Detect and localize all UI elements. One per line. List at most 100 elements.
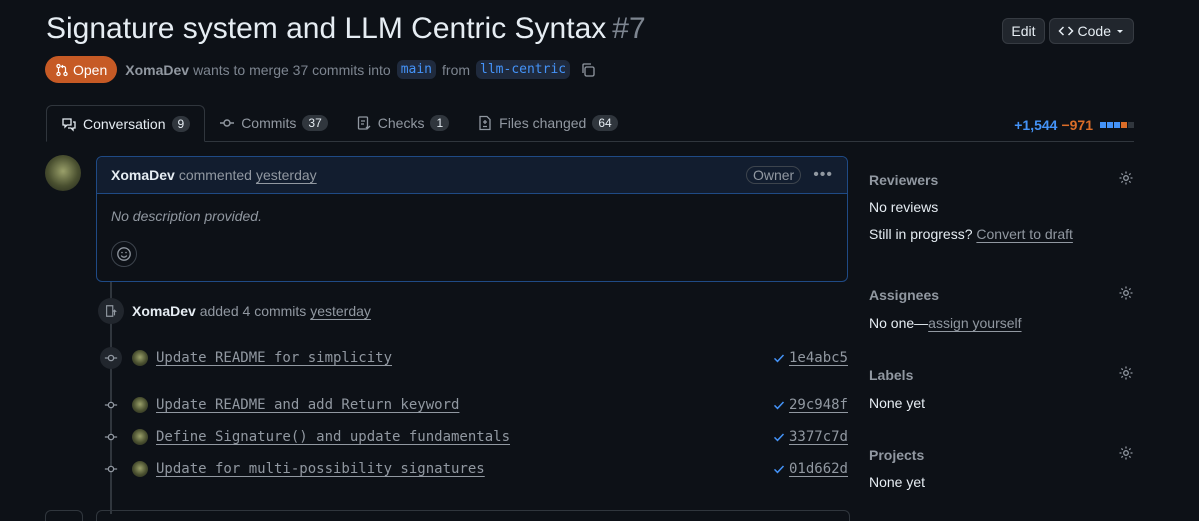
assignees-value: No one—	[869, 315, 929, 331]
state-badge: Open	[45, 56, 118, 83]
commit-row: Update for multi-possibility signatures …	[100, 458, 848, 480]
avatar[interactable]	[45, 155, 81, 191]
tab-files-changed-label: Files changed	[499, 115, 587, 131]
from-text: from	[442, 61, 471, 78]
check-icon	[773, 401, 785, 410]
pull-request-icon	[56, 63, 68, 76]
reviewers-title[interactable]: Reviewers	[869, 172, 1134, 188]
tab-files-changed-count: 64	[592, 115, 618, 131]
projects-title[interactable]: Projects	[869, 447, 1134, 463]
convert-to-draft-link[interactable]: Convert to draft	[976, 226, 1073, 242]
reviewers-value: No reviews	[869, 199, 939, 215]
sidebar-assignees: Assignees No one—assign yourself	[869, 285, 1134, 331]
check-icon	[773, 465, 785, 474]
commit-message[interactable]: Define Signature() and update fundamenta…	[156, 429, 510, 445]
check-icon	[773, 354, 785, 363]
comment-header: XomaDev commented yesterday Owner •••	[97, 157, 847, 194]
progress-text: Still in progress?	[869, 226, 973, 242]
commit-sha[interactable]: 1e4abc5	[773, 350, 848, 366]
git-commit-icon	[100, 398, 122, 412]
pr-title-text: Signature system and LLM Centric Syntax	[46, 12, 607, 45]
repo-push-icon	[98, 298, 124, 324]
comment-body: No description provided.	[111, 208, 262, 224]
tab-conversation-count: 9	[171, 115, 191, 132]
checklist-icon	[357, 116, 371, 130]
commit-message[interactable]: Update for multi-possibility signatures	[156, 461, 485, 477]
event-time[interactable]: yesterday	[310, 303, 371, 319]
kebab-horizontal-icon[interactable]: •••	[813, 166, 833, 184]
edit-button[interactable]: Edit	[1002, 18, 1045, 44]
git-commit-icon	[100, 347, 122, 369]
draft-row: Still in progress? Convert to draft	[869, 226, 1134, 242]
commit-message[interactable]: Update README and add Return keyword	[156, 397, 459, 413]
sidebar-projects: Projects None yet	[869, 445, 1134, 490]
comment-action: commented	[178, 167, 252, 183]
smiley-icon[interactable]	[111, 241, 137, 267]
edit-button-label: Edit	[1011, 23, 1036, 39]
tab-commits-count: 37	[302, 115, 328, 131]
commit-row: Define Signature() and update fundamenta…	[100, 426, 848, 448]
diffstat-deletions: −971	[1061, 117, 1093, 133]
diffstat-bar	[1099, 122, 1134, 128]
state-label: Open	[73, 61, 108, 78]
projects-value: None yet	[869, 474, 926, 490]
diffstat[interactable]: +1,544 −971	[1014, 117, 1134, 133]
gear-icon[interactable]	[1118, 285, 1134, 301]
tab-files-changed[interactable]: Files changed 64	[463, 105, 632, 141]
commit-sha[interactable]: 3377c7d	[773, 429, 848, 445]
git-commit-icon	[100, 430, 122, 444]
header-actions: Edit Code	[1002, 18, 1134, 44]
avatar	[45, 510, 83, 521]
tab-conversation[interactable]: Conversation 9	[46, 105, 206, 142]
head-branch[interactable]: llm-centric	[476, 60, 571, 79]
gear-icon[interactable]	[1118, 445, 1134, 461]
copy-icon[interactable]	[580, 62, 596, 78]
tab-checks[interactable]: Checks 1	[342, 105, 463, 141]
pr-meta: Open XomaDev wants to merge 37 commits i…	[45, 56, 596, 83]
tab-conversation-label: Conversation	[83, 115, 166, 132]
commit-message[interactable]: Update README for simplicity	[156, 350, 392, 366]
commit-row: Update README for simplicity 1e4abc5	[100, 347, 848, 369]
pr-title: Signature system and LLM Centric Syntax #…	[46, 12, 646, 46]
file-diff-icon	[479, 115, 491, 131]
commit-sha-text: 01d662d	[788, 461, 848, 477]
pr-number: #7	[612, 12, 646, 45]
git-commit-icon	[220, 119, 235, 127]
avatar[interactable]	[132, 350, 148, 366]
comment-time[interactable]: yesterday	[256, 167, 317, 183]
assign-yourself-link[interactable]: assign yourself	[928, 315, 1021, 331]
pr-tabs: Conversation 9 Commits 37 Checks 1 Files…	[46, 105, 1134, 142]
gear-icon[interactable]	[1118, 365, 1134, 381]
labels-title[interactable]: Labels	[869, 367, 1134, 383]
commit-sha[interactable]: 29c948f	[773, 397, 848, 413]
assignees-row: No one—assign yourself	[869, 315, 1134, 331]
tab-commits[interactable]: Commits 37	[205, 105, 342, 141]
event-author[interactable]: XomaDev	[132, 303, 196, 319]
avatar[interactable]	[132, 429, 148, 445]
gear-icon[interactable]	[1118, 170, 1134, 186]
diffstat-additions: +1,544	[1014, 117, 1058, 133]
commits-event: XomaDev added 4 commits yesterday	[132, 303, 371, 319]
comment-box: XomaDev commented yesterday Owner ••• No…	[96, 156, 848, 282]
avatar[interactable]	[132, 461, 148, 477]
assignees-title[interactable]: Assignees	[869, 287, 1134, 303]
check-icon	[773, 433, 785, 442]
code-icon	[1057, 26, 1074, 36]
event-text: added 4 commits	[199, 303, 307, 319]
tab-checks-label: Checks	[377, 115, 425, 131]
comment-author[interactable]: XomaDev	[111, 167, 175, 183]
code-button[interactable]: Code	[1048, 18, 1134, 44]
code-button-label: Code	[1077, 23, 1111, 39]
base-branch[interactable]: main	[396, 60, 437, 79]
commit-sha[interactable]: 01d662d	[773, 461, 848, 477]
git-commit-icon	[100, 462, 122, 476]
commit-sha-text: 1e4abc5	[788, 350, 848, 366]
commit-row: Update README and add Return keyword 29c…	[100, 394, 848, 416]
sidebar-reviewers: Reviewers No reviews Still in progress? …	[869, 170, 1134, 242]
pr-author[interactable]: XomaDev	[125, 62, 189, 78]
tab-checks-count: 1	[430, 115, 450, 131]
avatar[interactable]	[132, 397, 148, 413]
tab-commits-label: Commits	[241, 115, 297, 131]
commit-sha-text: 29c948f	[788, 397, 848, 413]
commit-sha-text: 3377c7d	[788, 429, 848, 445]
